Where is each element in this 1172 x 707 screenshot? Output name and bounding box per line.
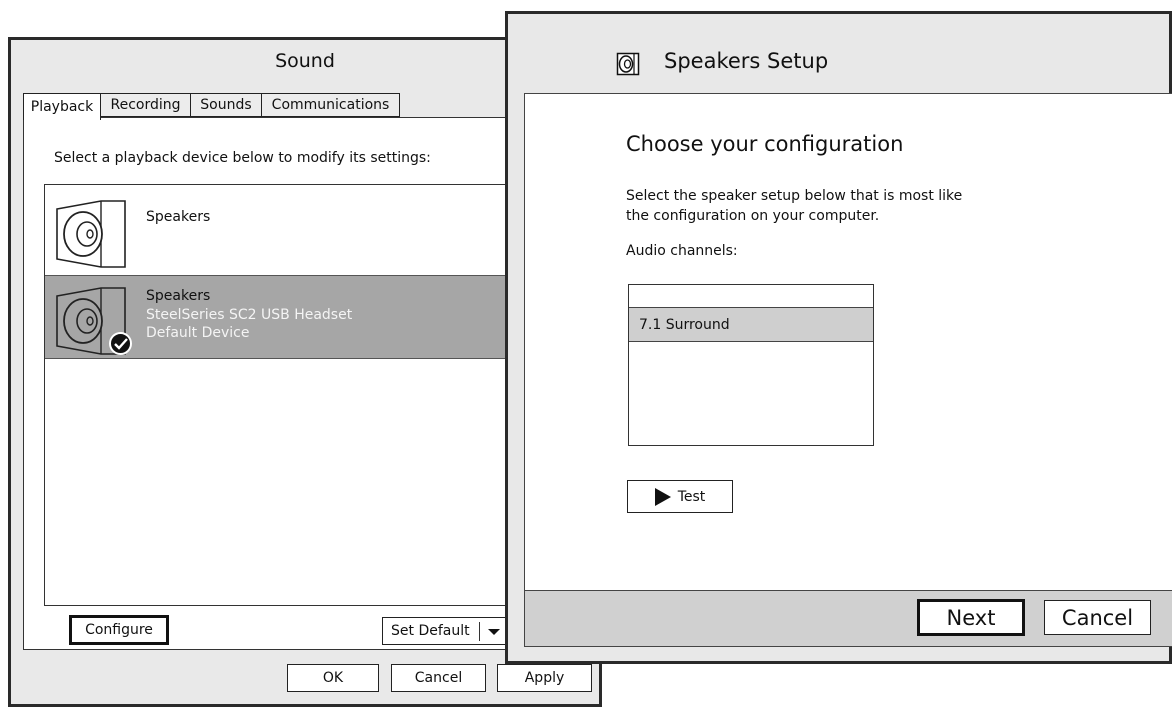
setup-footer: Next Cancel xyxy=(524,591,1172,647)
speaker-icon xyxy=(56,200,126,268)
ok-button[interactable]: OK xyxy=(287,664,379,692)
tab-sounds[interactable]: Sounds xyxy=(190,93,262,117)
next-button[interactable]: Next xyxy=(917,599,1025,636)
set-default-button[interactable]: Set Default xyxy=(382,617,509,645)
configure-button[interactable]: Configure xyxy=(69,615,169,645)
set-default-label: Set Default xyxy=(391,623,470,639)
audio-channels-list[interactable]: 7.1 Surround xyxy=(628,284,874,446)
test-button[interactable]: Test xyxy=(627,480,733,513)
speakers-setup-dialog: Speakers Setup Choose your configuration… xyxy=(505,11,1172,664)
config-description-line: the configuration on your computer. xyxy=(626,208,880,224)
tab-playback[interactable]: Playback xyxy=(23,93,101,120)
setup-cancel-button[interactable]: Cancel xyxy=(1044,600,1151,635)
chevron-down-icon[interactable] xyxy=(486,621,502,641)
cancel-button[interactable]: Cancel xyxy=(391,664,486,692)
speaker-icon xyxy=(616,52,640,76)
setup-dialog-title: Speakers Setup xyxy=(664,49,829,73)
config-heading: Choose your configuration xyxy=(626,132,904,156)
device-name: Speakers xyxy=(146,209,211,225)
setup-content: Choose your configuration Select the spe… xyxy=(524,93,1172,591)
config-description-line: Select the speaker setup below that is m… xyxy=(626,188,963,204)
device-name: Speakers xyxy=(146,288,211,304)
play-icon xyxy=(654,487,671,506)
channel-option-7-1-surround[interactable]: 7.1 Surround xyxy=(629,307,873,342)
tab-communications[interactable]: Communications xyxy=(261,93,400,117)
playback-instruction: Select a playback device below to modify… xyxy=(54,150,431,166)
device-status: Default Device xyxy=(146,325,250,341)
test-label: Test xyxy=(677,488,706,505)
apply-button[interactable]: Apply xyxy=(497,664,592,692)
checkmark-icon xyxy=(109,332,132,355)
audio-channels-label: Audio channels: xyxy=(626,243,738,259)
device-description: SteelSeries SC2 USB Headset xyxy=(146,307,353,323)
tab-recording[interactable]: Recording xyxy=(100,93,191,117)
channel-option[interactable] xyxy=(629,285,873,307)
config-description: Select the speaker setup below that is m… xyxy=(626,186,962,226)
set-default-divider xyxy=(479,622,480,641)
